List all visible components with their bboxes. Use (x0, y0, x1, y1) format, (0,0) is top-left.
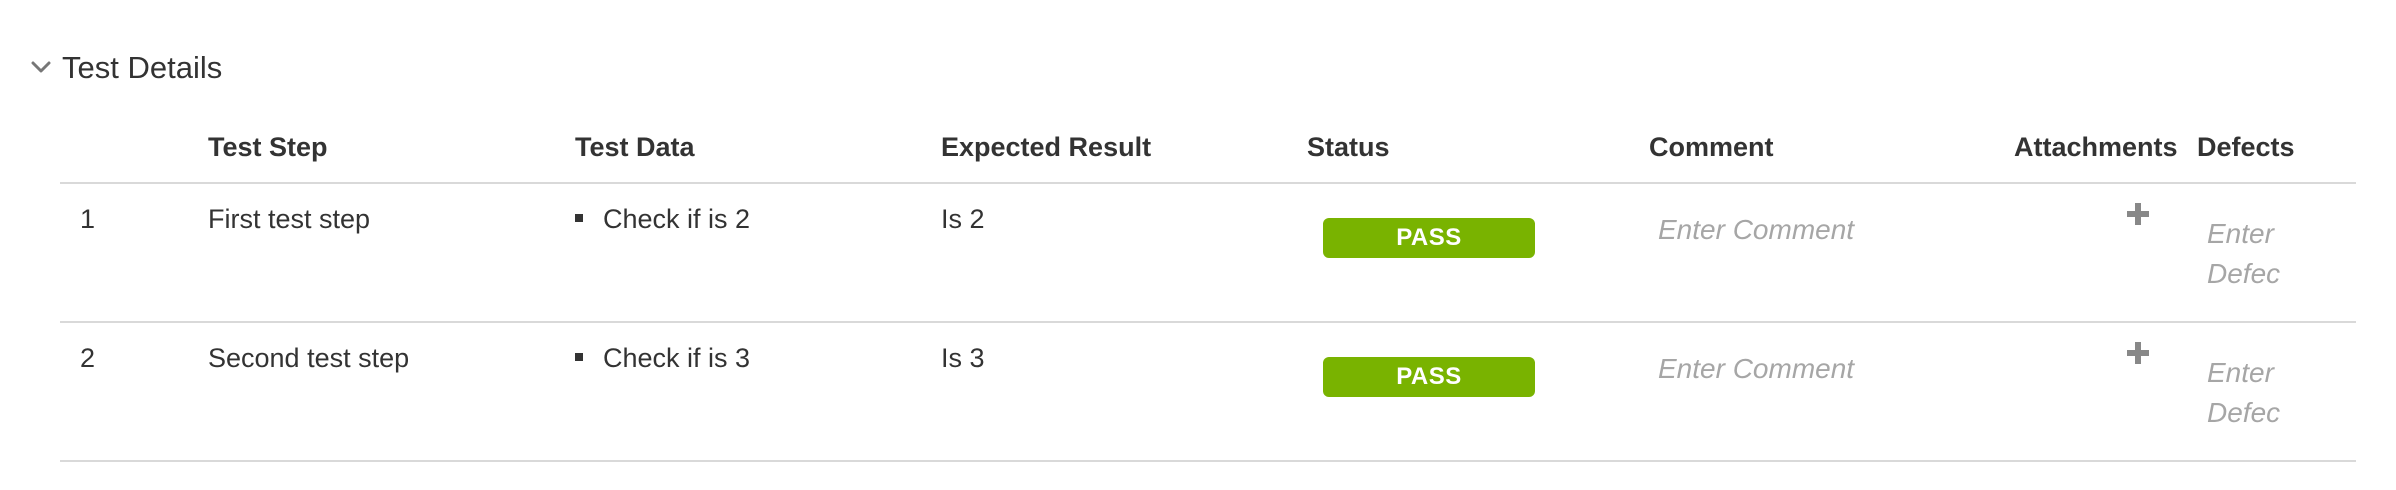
test-details-header[interactable]: Test Details (30, 44, 222, 92)
test-data-item: Check if is 2 (575, 204, 750, 235)
test-data-text: Check if is 3 (603, 343, 751, 373)
test-step-text: First test step (208, 204, 371, 234)
expected-result-text: Is 3 (941, 343, 985, 373)
plus-icon[interactable] (2126, 202, 2150, 226)
defects-input[interactable]: Enter Defec (2207, 353, 2281, 433)
test-data-text: Check if is 2 (603, 204, 751, 234)
column-header-attachments: Attachments (2014, 132, 2178, 162)
test-step-text: Second test step (208, 343, 410, 373)
section-title: Test Details (62, 50, 223, 85)
status-badge[interactable]: PASS (1323, 357, 1535, 397)
step-number: 2 (80, 343, 96, 373)
bullet-icon (575, 352, 583, 361)
column-header-test-step: Test Step (208, 132, 328, 162)
comment-input[interactable]: Enter Comment (1658, 353, 1958, 385)
test-data-item: Check if is 3 (575, 343, 750, 374)
table-row: 1 First test step Check if is 2 Is 2 PAS… (60, 184, 2356, 323)
status-badge[interactable]: PASS (1323, 218, 1535, 258)
column-header-status: Status (1307, 132, 1390, 162)
comment-input[interactable]: Enter Comment (1658, 214, 1958, 246)
table-header-row: Test Step Test Data Expected Result Stat… (60, 122, 2356, 184)
defects-input[interactable]: Enter Defec (2207, 214, 2281, 294)
column-header-expected-result: Expected Result (941, 132, 1152, 162)
column-header-comment: Comment (1649, 132, 1774, 162)
column-header-test-data: Test Data (575, 132, 695, 162)
test-steps-table: Test Step Test Data Expected Result Stat… (60, 122, 2356, 462)
expected-result-text: Is 2 (941, 204, 985, 234)
bullet-icon (575, 213, 583, 222)
step-number: 1 (80, 204, 96, 234)
plus-icon[interactable] (2126, 341, 2150, 365)
table-row: 2 Second test step Check if is 3 Is 3 PA… (60, 323, 2356, 462)
chevron-down-icon[interactable] (30, 57, 52, 79)
column-header-defects: Defects (2197, 132, 2295, 162)
